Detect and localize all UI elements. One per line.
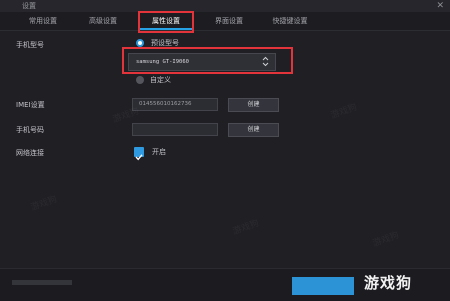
select-highlight-box [122, 47, 293, 74]
network-checkbox[interactable] [134, 147, 144, 161]
imei-value: 014556010162736 [139, 101, 192, 107]
create-imei-button[interactable]: 创建 [228, 98, 279, 112]
tab-shortcut-settings[interactable]: 快捷键设置 [262, 12, 318, 30]
imei-field[interactable]: 014556010162736 [132, 98, 218, 111]
watermark-text: 游戏狗 [111, 106, 141, 126]
watermark-logo: 游戏狗 [364, 274, 413, 292]
check-icon [135, 154, 143, 161]
custom-model-label: 自定义 [150, 76, 171, 84]
tab-interface-settings[interactable]: 界面设置 [204, 12, 254, 30]
watermark-text: 游戏狗 [29, 194, 59, 214]
phone-number-field[interactable] [132, 123, 218, 136]
imei-label: IMEI设置 [16, 101, 45, 109]
tab-highlight-box [138, 11, 194, 33]
phone-model-label: 手机型号 [16, 41, 44, 49]
watermark-text: 游戏狗 [329, 102, 359, 122]
network-label: 网络连接 [16, 149, 44, 157]
close-icon[interactable]: ✕ [436, 0, 444, 12]
title-bar: 设置 ✕ [0, 0, 450, 12]
custom-model-radio[interactable] [136, 76, 144, 84]
preset-model-radio[interactable] [136, 39, 144, 47]
footer-info-text [12, 280, 72, 285]
window-title: 设置 [22, 2, 36, 10]
network-enable-label: 开启 [152, 148, 166, 156]
settings-tabs: 常用设置 高级设置 属性设置 界面设置 快捷键设置 [0, 12, 450, 31]
phone-number-label: 手机号码 [16, 126, 44, 134]
confirm-button[interactable] [292, 277, 354, 295]
create-phone-number-button[interactable]: 创建 [228, 123, 279, 137]
watermark-text: 游戏狗 [231, 218, 261, 238]
watermark-text: 游戏狗 [371, 230, 401, 250]
tab-advanced-settings[interactable]: 高级设置 [78, 12, 128, 30]
tab-common-settings[interactable]: 常用设置 [18, 12, 68, 30]
